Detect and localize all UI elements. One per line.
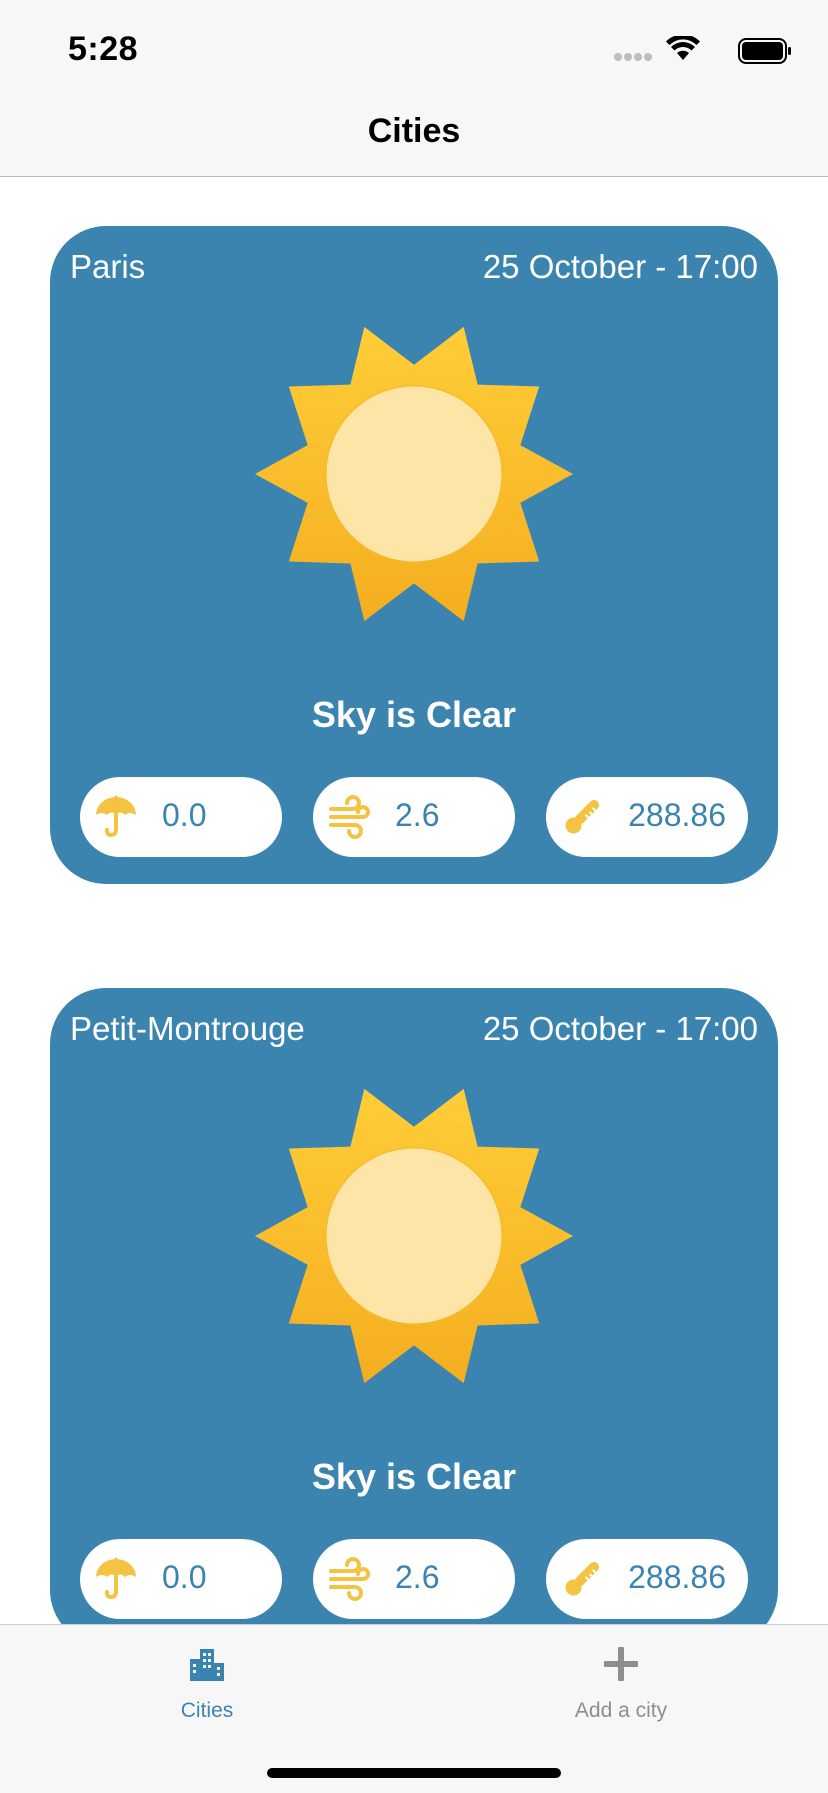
temperature-value: 288.86 xyxy=(628,797,726,833)
temperature-value: 288.86 xyxy=(628,1559,726,1595)
wind-icon xyxy=(329,1557,370,1601)
city-weather-card[interactable]: Petit-Montrouge 25 October - 17:00 Sky i… xyxy=(50,988,778,1625)
wind-value: 2.6 xyxy=(395,1559,440,1595)
umbrella-icon xyxy=(96,795,136,838)
wind-pill: 2.6 xyxy=(313,1539,515,1619)
rain-pill: 0.0 xyxy=(80,777,282,857)
rain-value: 0.0 xyxy=(162,1559,207,1595)
plus-icon xyxy=(604,1647,638,1681)
tab-add-city[interactable]: Add a city xyxy=(414,1625,828,1735)
battery-icon xyxy=(738,38,791,64)
navigation-bar: Cities xyxy=(0,96,828,177)
umbrella-icon xyxy=(96,1557,136,1600)
forecast-date: 25 October - 17:00 xyxy=(482,1010,758,1047)
thermometer-icon xyxy=(565,799,600,834)
home-indicator xyxy=(267,1768,561,1778)
rain-value: 0.0 xyxy=(162,797,207,833)
weather-condition: Sky is Clear xyxy=(311,694,517,735)
temperature-pill: 288.86 xyxy=(546,1539,748,1619)
weather-details: 0.0 2.6 288.86 xyxy=(80,777,748,857)
forecast-date: 25 October - 17:00 xyxy=(482,248,758,285)
status-icons xyxy=(592,36,792,66)
temperature-pill: 288.86 xyxy=(546,777,748,857)
tab-bar: Cities Add a city xyxy=(0,1624,828,1793)
city-name: Petit-Montrouge xyxy=(70,1010,305,1047)
city-buildings-icon xyxy=(190,1649,224,1681)
tab-cities-label: Cities xyxy=(180,1699,234,1722)
page-title: Cities xyxy=(367,112,461,150)
wind-value: 2.6 xyxy=(395,797,440,833)
wind-pill: 2.6 xyxy=(313,777,515,857)
status-bar: 5:28 xyxy=(0,0,828,96)
wifi-icon xyxy=(666,36,700,60)
weather-condition: Sky is Clear xyxy=(311,1456,517,1497)
tab-add-city-label: Add a city xyxy=(574,1699,668,1722)
weather-details: 0.0 2.6 288.86 xyxy=(80,1539,748,1619)
wind-icon xyxy=(329,795,370,839)
tab-cities[interactable]: Cities xyxy=(0,1625,414,1735)
cities-list[interactable]: Paris 25 October - 17:00 Sky is Clear 0.… xyxy=(0,177,828,1625)
sun-icon xyxy=(255,326,573,622)
rain-pill: 0.0 xyxy=(80,1539,282,1619)
signal-icon xyxy=(614,53,652,61)
city-weather-card[interactable]: Paris 25 October - 17:00 Sky is Clear 0.… xyxy=(50,226,778,884)
city-name: Paris xyxy=(70,248,146,285)
status-time: 5:28 xyxy=(68,30,139,68)
thermometer-icon xyxy=(565,1561,600,1596)
sun-icon xyxy=(255,1088,573,1384)
